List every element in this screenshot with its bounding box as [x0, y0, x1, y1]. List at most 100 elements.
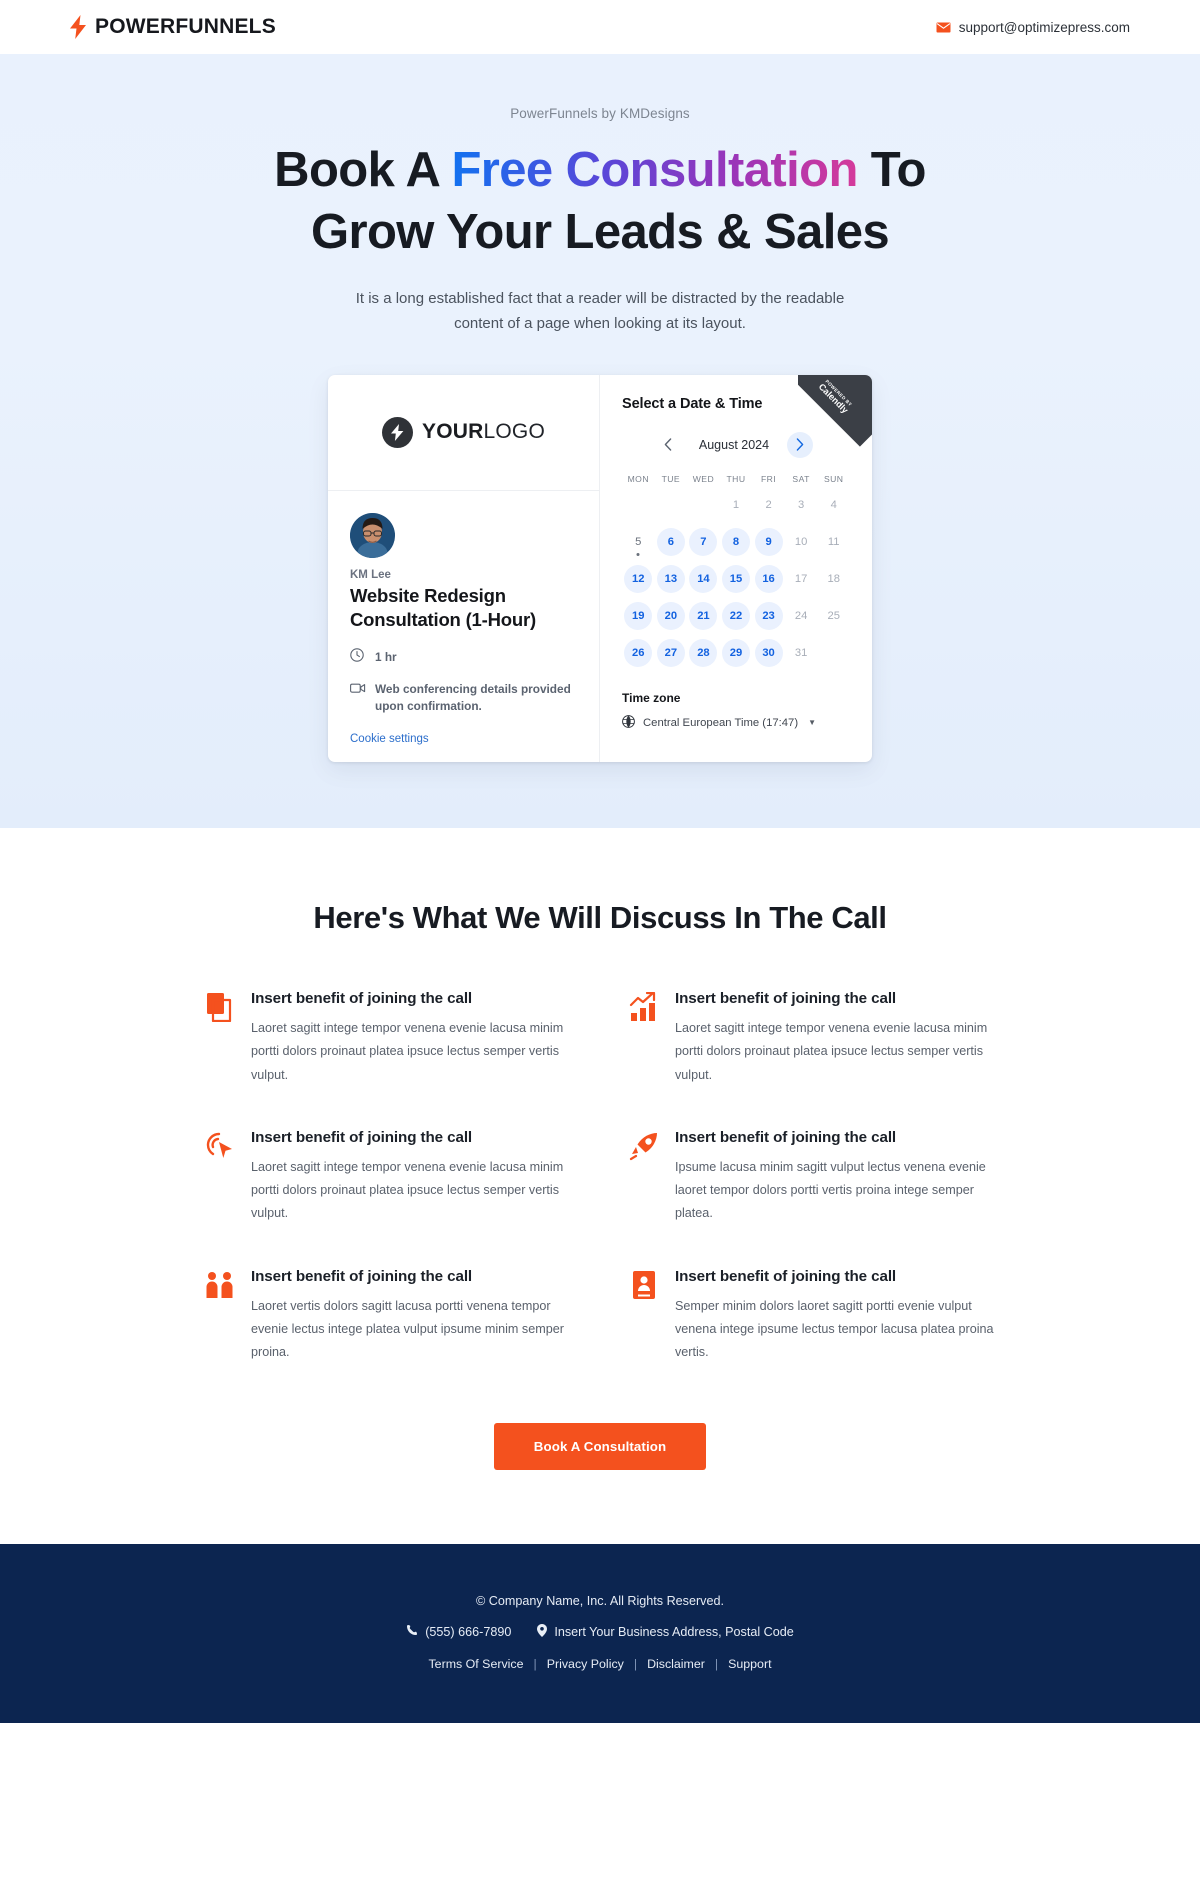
support-email-text: support@optimizepress.com: [958, 19, 1130, 35]
benefit-text: Laoret vertis dolors sagitt lacusa portt…: [251, 1298, 564, 1360]
chevron-right-icon: [796, 438, 804, 452]
benefit-text: Ipsume lacusa minim sagitt vulput lectus…: [675, 1159, 986, 1221]
footer-phone-text: (555) 666-7890: [425, 1624, 512, 1639]
calendar-day-26[interactable]: 26: [622, 637, 655, 669]
headline-part-1: Book A: [274, 143, 452, 197]
footer: © Company Name, Inc. All Rights Reserved…: [0, 1543, 1200, 1723]
map-pin-icon: [537, 1623, 548, 1640]
cookie-settings-link[interactable]: Cookie settings: [350, 733, 577, 745]
calendar-day-12[interactable]: 12: [622, 563, 655, 595]
event-conferencing: Web conferencing details provided upon c…: [350, 681, 577, 715]
calendar-day-27[interactable]: 27: [655, 637, 688, 669]
footer-contact: (555) 666-7890 Insert Your Business Addr…: [0, 1623, 1200, 1640]
lightning-bolt-icon: [70, 15, 86, 39]
clock-icon: [350, 648, 366, 667]
calendar-day-22[interactable]: 22: [720, 600, 753, 632]
benefit-item: Insert benefit of joining the call Laoret…: [629, 990, 995, 1087]
calendly-card: YOURLOGO KM Lee Website Redesign Consult…: [328, 374, 872, 762]
dow-sun: SUN: [823, 473, 844, 484]
footer-link-privacy-policy[interactable]: Privacy Policy: [547, 1657, 624, 1671]
calendar-week-row: 5 6 7 8 9 10 11: [622, 526, 850, 558]
calendar-day-30[interactable]: 30: [752, 637, 785, 669]
timezone-selector[interactable]: Central European Time (17:47) ▼: [622, 715, 850, 731]
cursor-click-icon: [205, 1129, 235, 1226]
your-logo-text: YOURLOGO: [422, 420, 545, 444]
avatar: [350, 512, 395, 558]
globe-icon: [622, 715, 635, 731]
benefit-title: Insert benefit of joining the call: [675, 1267, 897, 1285]
calendar-week-row: 1 2 3 4: [622, 489, 850, 521]
footer-link-separator: |: [714, 1656, 719, 1671]
calendar-day-6[interactable]: 6: [655, 526, 688, 558]
calendar-day-9[interactable]: 9: [752, 526, 785, 558]
calendly-widget: YOURLOGO KM Lee Website Redesign Consult…: [328, 374, 872, 762]
calendar-day-21[interactable]: 21: [687, 600, 720, 632]
benefit-text: Laoret sagitt intege tempor venena eveni…: [251, 1020, 564, 1082]
benefit-title: Insert benefit of joining the call: [251, 1267, 473, 1285]
benefit-item: Insert benefit of joining the call Semper…: [629, 1268, 995, 1365]
brand-logo[interactable]: POWERFUNNELS: [70, 15, 276, 39]
hero-subtext: It is a long established fact that a rea…: [355, 290, 845, 333]
footer-link-terms-of-service[interactable]: Terms Of Service: [428, 1657, 523, 1671]
documents-copy-icon: [205, 990, 235, 1087]
footer-phone[interactable]: (555) 666-7890: [406, 1624, 511, 1639]
calendar-day-14[interactable]: 14: [687, 563, 720, 595]
calendar-day-label: 23: [754, 601, 783, 630]
benefit-body: Insert benefit of joining the call Laoret…: [251, 1268, 571, 1365]
benefit-item: Insert benefit of joining the call Laoret…: [205, 1129, 571, 1226]
calendar-day-label: 5: [635, 535, 642, 548]
calendar-day-label: 26: [624, 638, 653, 667]
calendar-day-label: 22: [721, 601, 750, 630]
calendar-day-label: 25: [827, 609, 840, 622]
dow-fri: FRI: [760, 473, 777, 484]
page-title: Book A Free Consultation To Grow Your Le…: [170, 139, 1030, 263]
logo-bolt-circle-icon: [382, 416, 414, 448]
next-month-button[interactable]: [787, 431, 813, 458]
calendar-day-10: 10: [785, 526, 818, 558]
id-badge-icon: [629, 1268, 659, 1365]
calendar-day-3: 3: [785, 489, 818, 521]
calendar-day-29[interactable]: 29: [720, 637, 753, 669]
calendar-day-13[interactable]: 13: [655, 563, 688, 595]
headline-line-2: Grow Your Leads & Sales: [310, 205, 890, 260]
dow-thu: THU: [726, 473, 746, 484]
calendar-day-label: 19: [624, 601, 653, 630]
calendar-week-row: 26 27 28 29 30 31: [622, 637, 850, 669]
calendar-day-label: 2: [765, 498, 772, 511]
calendar-day-25: 25: [817, 600, 850, 632]
phone-icon: [406, 1624, 418, 1639]
calendar-day-28[interactable]: 28: [687, 637, 720, 669]
benefit-title: Insert benefit of joining the call: [251, 1128, 473, 1146]
benefits-section: Here's What We Will Discuss In The Call …: [0, 827, 1200, 1544]
calendar-day-15[interactable]: 15: [720, 563, 753, 595]
event-duration: 1 hr: [350, 647, 577, 667]
calendar-day-label: 18: [827, 572, 840, 585]
calendar-day-8[interactable]: 8: [720, 526, 753, 558]
footer-link-support[interactable]: Support: [728, 1657, 771, 1671]
calendar-day-16[interactable]: 16: [752, 563, 785, 595]
benefit-body: Insert benefit of joining the call Semper…: [675, 1268, 995, 1365]
event-duration-text: 1 hr: [375, 649, 397, 664]
host-photo-icon: [350, 512, 395, 558]
calendar-day-1: 1: [720, 489, 753, 521]
benefit-title: Insert benefit of joining the call: [675, 1128, 897, 1146]
calendar-day-empty: [687, 489, 720, 521]
calendar-day-label: 20: [656, 601, 685, 630]
logo-bold: YOUR: [422, 420, 484, 444]
footer-link-disclaimer[interactable]: Disclaimer: [647, 1657, 705, 1671]
calendar-day-label: 9: [754, 527, 783, 556]
headline-part-2: To: [857, 143, 927, 197]
calendar-day-19[interactable]: 19: [622, 600, 655, 632]
calendar-day-label: 15: [721, 564, 750, 593]
calendar-day-20[interactable]: 20: [655, 600, 688, 632]
chevron-left-icon: [664, 438, 672, 452]
calendly-logo-area: YOURLOGO: [328, 375, 599, 491]
prev-month-button[interactable]: [655, 432, 681, 458]
benefit-text: Laoret sagitt intege tempor venena eveni…: [251, 1159, 564, 1221]
book-consultation-button[interactable]: Book A Consultation: [493, 1422, 707, 1470]
calendar-day-7[interactable]: 7: [687, 526, 720, 558]
support-email[interactable]: support@optimizepress.com: [936, 20, 1130, 35]
calendar-day-23[interactable]: 23: [752, 600, 785, 632]
calendar-day-label: 17: [794, 572, 808, 585]
calendar-day-label: 27: [656, 638, 685, 667]
